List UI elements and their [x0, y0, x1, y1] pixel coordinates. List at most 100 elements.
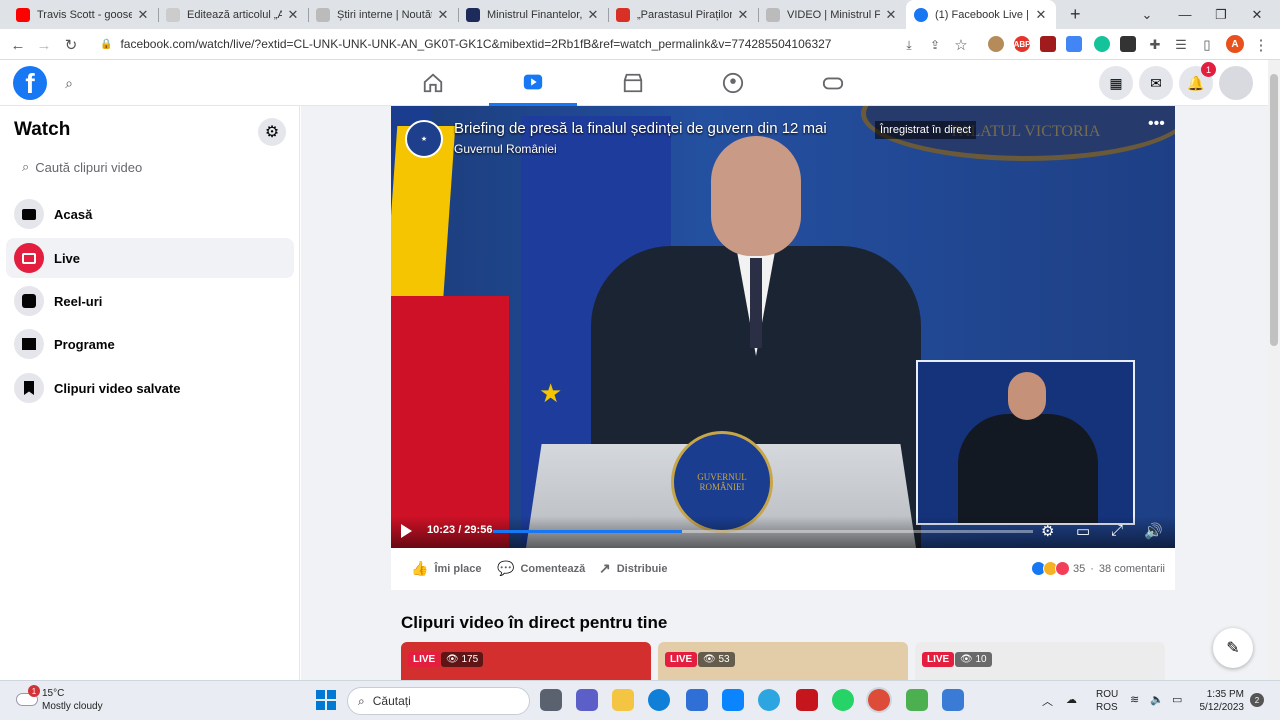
home-tab[interactable] — [389, 60, 477, 106]
gaming-tab[interactable] — [789, 60, 877, 106]
browser-tab-2[interactable]: Editează articolul „Ad ✕ — [158, 0, 308, 29]
like-button[interactable]: 👍 Îmi place — [411, 560, 482, 577]
close-icon[interactable]: ✕ — [1034, 7, 1048, 23]
watch-tab[interactable] — [489, 60, 577, 106]
share-icon[interactable]: ⇪ — [924, 34, 946, 56]
live-video-thumb[interactable]: LIVE 👁 175 — [401, 642, 651, 680]
wifi-icon[interactable]: ≋ — [1130, 693, 1139, 706]
reactions-summary[interactable]: 35 · 38 comentarii — [1031, 561, 1165, 576]
volume-icon[interactable]: 🔊 — [1144, 522, 1163, 540]
browser-tab-6[interactable]: VIDEO | Ministrul Fina ✕ — [758, 0, 906, 29]
live-video-thumb[interactable]: LIVE 👁 53 — [658, 642, 908, 680]
settings-button[interactable]: ⚙ — [258, 118, 286, 146]
home-icon — [423, 73, 443, 93]
notifications-button[interactable]: 🔔 1 — [1179, 62, 1216, 100]
extension-icon[interactable] — [988, 36, 1004, 52]
menu-grid-button[interactable]: ▦ — [1099, 66, 1133, 100]
groups-tab[interactable] — [689, 60, 777, 106]
battery-icon[interactable]: ▭ — [1172, 693, 1182, 706]
extension-icon[interactable] — [1040, 36, 1056, 52]
reading-list-icon[interactable]: ☰ — [1170, 34, 1192, 56]
sidebar-item-live[interactable]: Live — [6, 238, 294, 278]
install-icon[interactable]: ⤓ — [898, 34, 920, 56]
settings-icon[interactable]: ⚙ — [1041, 522, 1054, 540]
close-window-icon[interactable]: ✕ — [1234, 0, 1280, 29]
notepad-icon[interactable] — [942, 689, 964, 711]
app-icon[interactable] — [758, 689, 780, 711]
close-icon[interactable]: ✕ — [884, 7, 898, 23]
site-icon — [466, 7, 480, 22]
weather-widget[interactable]: 1 15°C Mostly cloudy — [16, 685, 103, 713]
task-view-icon[interactable] — [540, 689, 562, 711]
taskbar-search[interactable]: ⌕ Căutați — [347, 687, 530, 715]
close-icon[interactable]: ✕ — [286, 7, 300, 23]
browser-tab-3[interactable]: Știri interne | Noutăți ✕ — [308, 0, 458, 29]
star-icon[interactable]: ☆ — [950, 34, 972, 56]
language-indicator[interactable]: ROU ROS — [1096, 688, 1118, 714]
app-icon[interactable] — [906, 689, 928, 711]
sidebar-item-home[interactable]: Acasă — [6, 194, 294, 234]
comment-button[interactable]: 💬 Comentează — [497, 560, 585, 577]
chrome-icon[interactable] — [868, 689, 890, 711]
live-video-thumb[interactable]: LIVE 👁 10 — [915, 642, 1165, 680]
channel-logo[interactable]: ★ — [405, 120, 443, 158]
profile-avatar[interactable]: A — [1226, 35, 1244, 53]
close-icon[interactable]: ✕ — [736, 7, 750, 23]
volume-icon[interactable]: 🔈 — [1150, 693, 1164, 706]
start-button[interactable] — [316, 690, 336, 710]
comments-count[interactable]: 38 comentarii — [1099, 563, 1165, 575]
url-field[interactable]: 🔒 facebook.com/watch/live/?extid=CL-UNK-… — [100, 31, 980, 57]
chevron-up-icon[interactable]: ︿ — [1042, 693, 1053, 709]
translate-icon[interactable] — [1066, 36, 1082, 52]
close-icon[interactable]: ✕ — [586, 7, 600, 23]
fullscreen-icon[interactable]: ⤢ — [1111, 522, 1123, 539]
browser-tab-4[interactable]: Ministrul Finantelor, n ✕ — [458, 0, 608, 29]
adblock-icon[interactable]: ABP — [1014, 36, 1030, 52]
facebook-logo[interactable]: f — [13, 66, 47, 100]
browser-tab-1[interactable]: Travis Scott - goosebu ✕ — [8, 0, 158, 29]
search-icon[interactable]: ⌕ — [58, 72, 80, 94]
progress-bar[interactable] — [493, 530, 1033, 533]
teams-icon[interactable] — [576, 689, 598, 711]
menu-icon[interactable]: ⋮ — [1250, 34, 1272, 56]
browser-tab-5[interactable]: „Parastasul Piraților N ✕ — [608, 0, 758, 29]
video-player[interactable]: ★ PALATUL VICTORIA GUVERNUL ROMÂNIEI ★ B… — [391, 106, 1175, 548]
messenger-button[interactable]: ✉ — [1139, 66, 1173, 100]
mcafee-icon[interactable] — [796, 689, 818, 711]
notification-center-badge[interactable]: 2 — [1250, 693, 1264, 707]
share-button[interactable]: ↗ Distribuie — [599, 560, 667, 577]
search-input[interactable]: ⌕ Caută clipuri video — [14, 152, 284, 182]
whatsapp-icon[interactable] — [832, 689, 854, 711]
new-tab-button[interactable]: + — [1062, 0, 1086, 29]
new-message-button[interactable]: ✎ — [1213, 628, 1253, 668]
sidebar-item-saved[interactable]: Clipuri video salvate — [6, 368, 294, 408]
reload-icon[interactable]: ↻ — [60, 34, 82, 56]
channel-name[interactable]: Guvernul României — [454, 142, 827, 156]
onedrive-icon[interactable]: ☁ — [1066, 693, 1077, 706]
notification-badge: 1 — [1201, 62, 1216, 77]
back-icon[interactable]: ← — [7, 34, 29, 56]
scrollbar-thumb[interactable] — [1270, 74, 1278, 346]
close-icon[interactable]: ✕ — [136, 7, 150, 23]
play-icon[interactable] — [401, 524, 412, 538]
forward-icon[interactable]: → — [33, 34, 55, 56]
more-options-icon[interactable]: ••• — [1148, 115, 1165, 133]
marketplace-tab[interactable] — [589, 60, 677, 106]
miniplayer-icon[interactable]: ▭ — [1076, 522, 1090, 540]
app-icon[interactable] — [722, 689, 744, 711]
sidepanel-icon[interactable]: ▯ — [1196, 34, 1218, 56]
sidebar-item-programs[interactable]: Programe — [6, 324, 294, 364]
grammarly-icon[interactable] — [1094, 36, 1110, 52]
edge-icon[interactable] — [648, 689, 670, 711]
file-explorer-icon[interactable] — [612, 689, 634, 711]
close-icon[interactable]: ✕ — [436, 7, 450, 23]
extension-icon[interactable] — [1120, 36, 1136, 52]
sidebar-item-reels[interactable]: Reel-uri — [6, 281, 294, 321]
browser-tab-7-active[interactable]: (1) Facebook Live | Fa ✕ — [906, 0, 1056, 29]
clock[interactable]: 1:35 PM 5/12/2023 — [1196, 688, 1245, 714]
video-title[interactable]: Briefing de presă la finalul ședinței de… — [454, 120, 827, 137]
puzzle-icon[interactable]: ✚ — [1144, 34, 1166, 56]
account-avatar[interactable] — [1219, 66, 1253, 100]
store-icon[interactable] — [686, 689, 708, 711]
scrollbar[interactable] — [1268, 60, 1280, 680]
